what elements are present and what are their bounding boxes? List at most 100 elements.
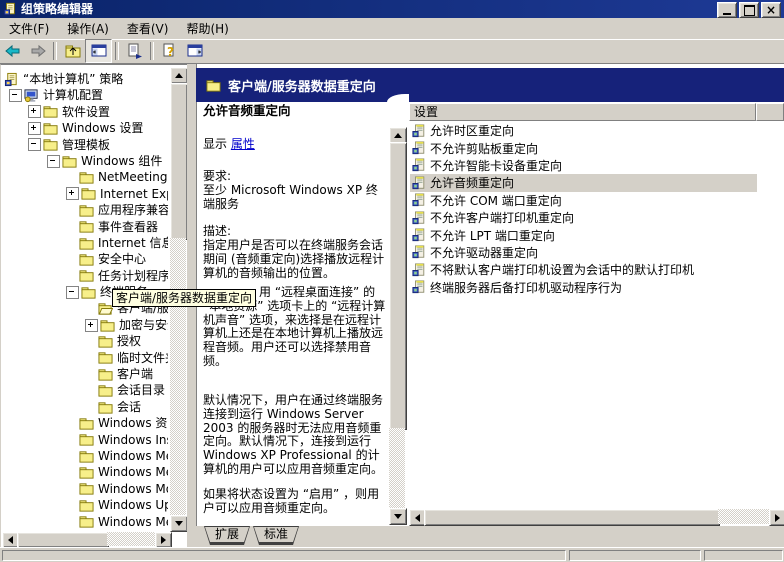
tree-item-windows-components[interactable]: Windows 组件 (2, 153, 168, 169)
scroll-track[interactable] (170, 238, 186, 515)
empty-column-header[interactable] (756, 103, 784, 121)
tree-item-software-settings[interactable]: 软件设置 (2, 104, 168, 120)
setting-row[interactable]: 终端服务器后备打印机驱动程序行为 (410, 279, 757, 296)
tree-item-internet-explorer[interactable]: Internet Expl (2, 186, 168, 202)
scroll-track[interactable] (107, 532, 155, 546)
collapse-toggle[interactable] (28, 138, 41, 151)
tree-item-client[interactable]: 客户端 (2, 366, 168, 382)
scroll-down-button[interactable] (170, 515, 188, 532)
folder-icon (79, 481, 94, 496)
collapse-toggle[interactable] (9, 89, 22, 102)
setting-row[interactable]: 允许时区重定向 (410, 122, 757, 139)
tree-item-windows-movie-maker[interactable]: Windows Movi (2, 481, 168, 497)
extended-description-pane: 允许音频重定向 显示 属性 要求: 至少 Microsoft Windows X… (203, 102, 387, 524)
tree-item-local-computer-policy[interactable]: “本地计算机” 策略 (2, 71, 168, 87)
tree-item-security-center[interactable]: 安全中心 (2, 251, 168, 267)
description-label: 描述: (203, 225, 387, 239)
tree-item-windows-installer[interactable]: Windows Inst (2, 432, 168, 448)
scroll-thumb[interactable] (424, 509, 720, 526)
tree-item-windows-media-2[interactable]: Windows Medi (2, 514, 168, 530)
tab-extended[interactable]: 扩展 (204, 526, 250, 545)
tree-item-windows-update[interactable]: Windows Upda (2, 497, 168, 513)
setting-row[interactable]: 不允许智能卡设备重定向 (410, 157, 757, 174)
tree-item-task-scheduler[interactable]: 任务计划程序 (2, 268, 168, 284)
menu-action[interactable]: 操作(A) (58, 19, 118, 39)
scroll-track[interactable] (718, 509, 769, 524)
tree-selected-item-tooltip[interactable]: 客户端/服务器数据重定向 (112, 289, 256, 307)
setting-row[interactable]: 不允许 COM 端口重定向 (410, 192, 757, 209)
tree-item-label: NetMeeting (94, 169, 167, 185)
tree-item-windows-explorer[interactable]: Windows 资源 (2, 415, 168, 431)
collapse-toggle[interactable] (47, 155, 60, 168)
scroll-down-button[interactable] (389, 508, 407, 525)
down-arrow-icon (394, 514, 402, 523)
settings-column-header[interactable]: 设置 (409, 103, 756, 121)
title-bar[interactable]: 组策略编辑器 × (0, 0, 784, 18)
tree-item-application-compatibility[interactable]: 应用程序兼容 (2, 202, 168, 218)
setting-row[interactable]: 不允许驱动器重定向 (410, 244, 757, 261)
tab-standard[interactable]: 标准 (253, 526, 299, 545)
tree-item-temporary-folders[interactable]: 临时文件夹 (2, 350, 168, 366)
tree-item-windows-settings[interactable]: Windows 设置 (2, 120, 168, 136)
folder-icon (79, 514, 94, 529)
export-list-button[interactable] (122, 40, 147, 62)
collapse-toggle[interactable] (66, 286, 79, 299)
tree-item-event-viewer[interactable]: 事件查看器 (2, 219, 168, 235)
menu-file[interactable]: 文件(F) (0, 19, 58, 39)
expand-toggle[interactable] (28, 105, 41, 118)
scroll-up-button[interactable] (170, 67, 188, 84)
expand-toggle[interactable] (28, 122, 41, 135)
help-button[interactable]: ? (157, 40, 182, 62)
export-list-icon (127, 43, 143, 59)
tree-item-internet-information-services[interactable]: Internet 信息 (2, 235, 168, 251)
tree-item-label: 会话目录 (113, 382, 165, 398)
scroll-thumb[interactable] (170, 83, 188, 240)
tree-item-sessions[interactable]: 会话 (2, 399, 168, 415)
tree-item-encryption-and-security[interactable]: 加密与安全 (2, 317, 168, 333)
tree-item-system[interactable]: 系统 (2, 530, 168, 531)
setting-row[interactable]: 不允许 LPT 端口重定向 (410, 226, 757, 243)
scroll-right-button[interactable] (769, 509, 784, 526)
show-action-pane-button[interactable] (182, 40, 207, 62)
scroll-thumb[interactable] (17, 532, 109, 548)
setting-row-selected[interactable]: 允许音频重定向 (410, 174, 757, 191)
down-arrow-icon (175, 521, 183, 530)
tree-item-windows-media[interactable]: Windows Medi (2, 464, 168, 480)
back-button[interactable] (0, 40, 25, 62)
tree-item-label: 系统 (75, 530, 103, 531)
expand-toggle[interactable] (66, 187, 79, 200)
menu-view[interactable]: 查看(V) (118, 19, 178, 39)
tree-item-licensing[interactable]: 授权 (2, 333, 168, 349)
show-console-tree-button[interactable] (85, 39, 112, 63)
folder-icon (81, 285, 96, 300)
forward-button[interactable] (25, 40, 50, 62)
menu-help[interactable]: 帮助(H) (177, 19, 237, 39)
settings-column-header-row: 设置 (409, 103, 784, 121)
tree-item-administrative-templates[interactable]: 管理模板 (2, 137, 168, 153)
expand-toggle[interactable] (85, 319, 98, 332)
tree-item-windows-messenger[interactable]: Windows Mess (2, 448, 168, 464)
folder-icon (79, 170, 94, 185)
tree-item-computer-configuration[interactable]: 计算机配置 (2, 87, 168, 103)
scroll-thumb[interactable] (389, 142, 407, 430)
result-pane-header: 客户端/服务器数据重定向 (196, 68, 784, 102)
close-button[interactable]: × (761, 2, 781, 18)
tree-item-label: 软件设置 (58, 104, 110, 120)
setting-row[interactable]: 不允许客户端打印机重定向 (410, 209, 757, 226)
scroll-right-button[interactable] (155, 532, 172, 548)
scroll-track[interactable] (389, 428, 405, 508)
setting-row[interactable]: 不将默认客户端打印机设置为会话中的默认打印机 (410, 261, 757, 278)
toolbar: ? (0, 39, 784, 64)
setting-row[interactable]: 不允许剪贴板重定向 (410, 139, 757, 156)
up-one-level-button[interactable] (60, 40, 85, 62)
settings-list: 允许时区重定向 不允许剪贴板重定向 不允许智能卡设备重定向 允许音频重定向 不允… (410, 122, 784, 508)
tree-item-session-directory[interactable]: 会话目录 (2, 382, 168, 398)
folder-icon (79, 465, 94, 480)
minimize-button[interactable] (717, 2, 737, 18)
tree-item-netmeeting[interactable]: NetMeeting (2, 169, 168, 185)
maximize-button[interactable] (739, 2, 759, 18)
display-line: 显示 属性 (203, 138, 387, 152)
computer-icon (24, 88, 39, 103)
properties-link[interactable]: 属性 (231, 137, 255, 151)
folder-icon (98, 350, 113, 365)
